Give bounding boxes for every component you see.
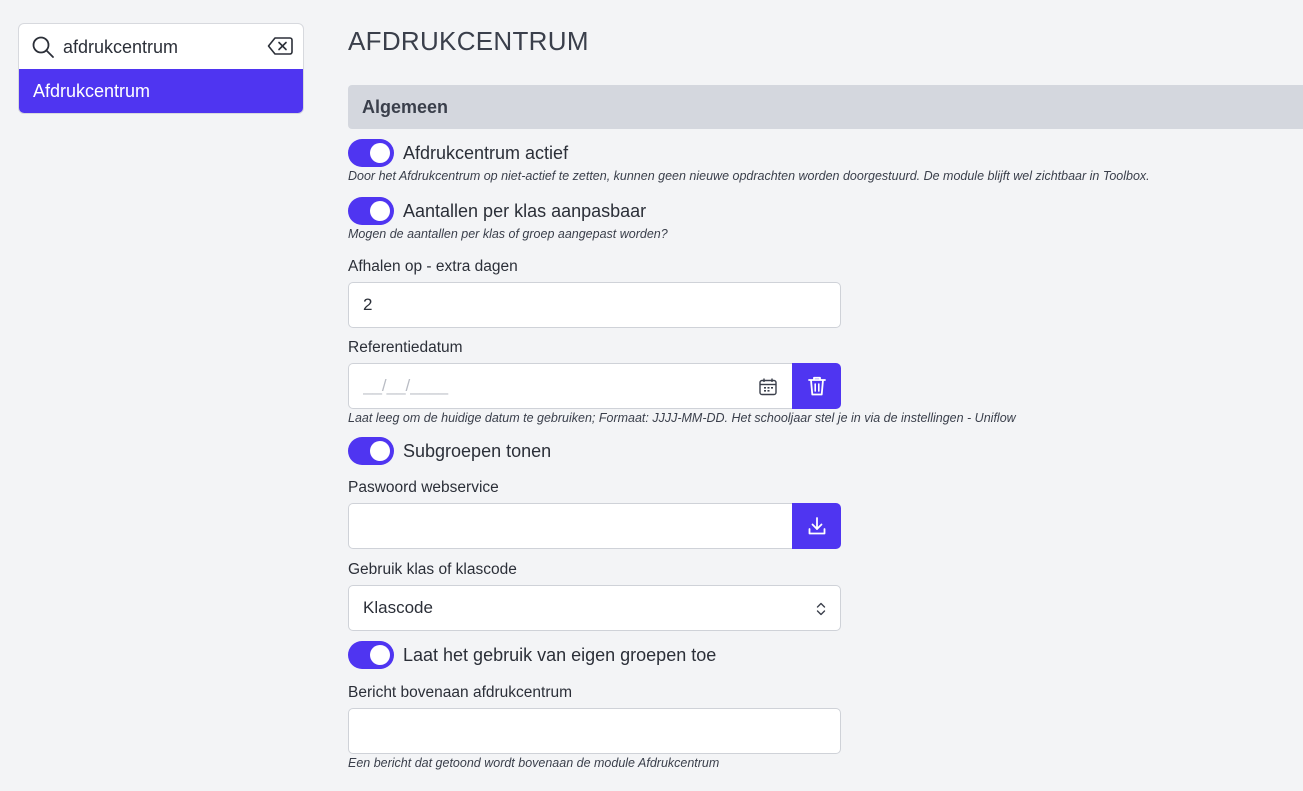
reference-date-wrapper [348,363,792,409]
pickup-days-input[interactable] [348,282,841,328]
field-own-groups: Laat het gebruik van eigen groepen toe [348,640,716,670]
reference-date-group [348,363,841,409]
password-group [348,503,841,549]
class-mode-select[interactable]: Klascode [348,585,841,631]
toggle-subgroups-label: Subgroepen tonen [403,440,552,461]
section-header-algemeen: Algemeen [348,85,1303,129]
toggle-counts-editable-label: Aantallen per klas aanpasbaar [403,200,647,221]
field-class-mode: Gebruik klas of klascode Klascode [348,561,841,631]
field-password: Paswoord webservice [348,479,841,549]
toggle-knob [370,201,390,221]
class-mode-selected: Klascode [363,598,433,617]
password-input[interactable] [363,504,743,548]
toggle-own-groups[interactable] [348,641,394,669]
label-top-message: Bericht bovenaan afdrukcentrum [348,684,573,701]
clear-date-button[interactable] [792,363,841,409]
field-reference-date: Referentiedatum __/__/____ Laat leeg om … [348,339,1016,425]
reference-date-input[interactable] [363,364,743,408]
toggle-active-label: Afdrukcentrum actief [403,142,569,163]
label-pickup-days: Afhalen op - extra dagen [348,258,518,275]
download-button[interactable] [792,503,841,549]
chevron-up-down-icon [816,602,826,616]
toggle-knob [370,645,390,665]
toggle-active[interactable] [348,139,394,167]
search-input[interactable] [63,32,263,62]
help-top-message: Een bericht dat getoond wordt bovenaan d… [348,756,720,770]
toggle-counts-editable[interactable] [348,197,394,225]
top-message-input[interactable] [348,708,841,754]
calendar-icon[interactable] [758,377,778,397]
field-subgroups: Subgroepen tonen [348,436,551,466]
sidebar-search-card: Afdrukcentrum [18,23,304,114]
download-icon [808,517,825,535]
search-result-afdrukcentrum[interactable]: Afdrukcentrum [19,69,303,113]
field-counts-editable: Aantallen per klas aanpasbaar Mogen de a… [348,196,668,241]
label-reference-date: Referentiedatum [348,339,463,356]
label-class-mode: Gebruik klas of klascode [348,561,517,578]
backspace-clear-icon[interactable] [267,36,293,56]
field-pickup-days: Afhalen op - extra dagen [348,258,841,328]
help-reference-date: Laat leeg om de huidige datum te gebruik… [348,411,1016,425]
help-counts-editable: Mogen de aantallen per klas of groep aan… [348,227,668,241]
search-icon [32,36,54,58]
toggle-own-groups-label: Laat het gebruik van eigen groepen toe [403,644,717,665]
trash-icon [807,376,826,396]
label-password: Paswoord webservice [348,479,499,496]
toggle-knob [370,441,390,461]
toggle-knob [370,143,390,163]
toggle-subgroups[interactable] [348,437,394,465]
field-top-message: Bericht bovenaan afdrukcentrum Een beric… [348,684,841,770]
password-wrapper [348,503,792,549]
help-active: Door het Afdrukcentrum op niet-actief te… [348,169,1150,183]
field-active: Afdrukcentrum actief Door het Afdrukcent… [348,138,1150,183]
search-row [19,24,303,69]
page-title: AFDRUKCENTRUM [348,26,589,56]
